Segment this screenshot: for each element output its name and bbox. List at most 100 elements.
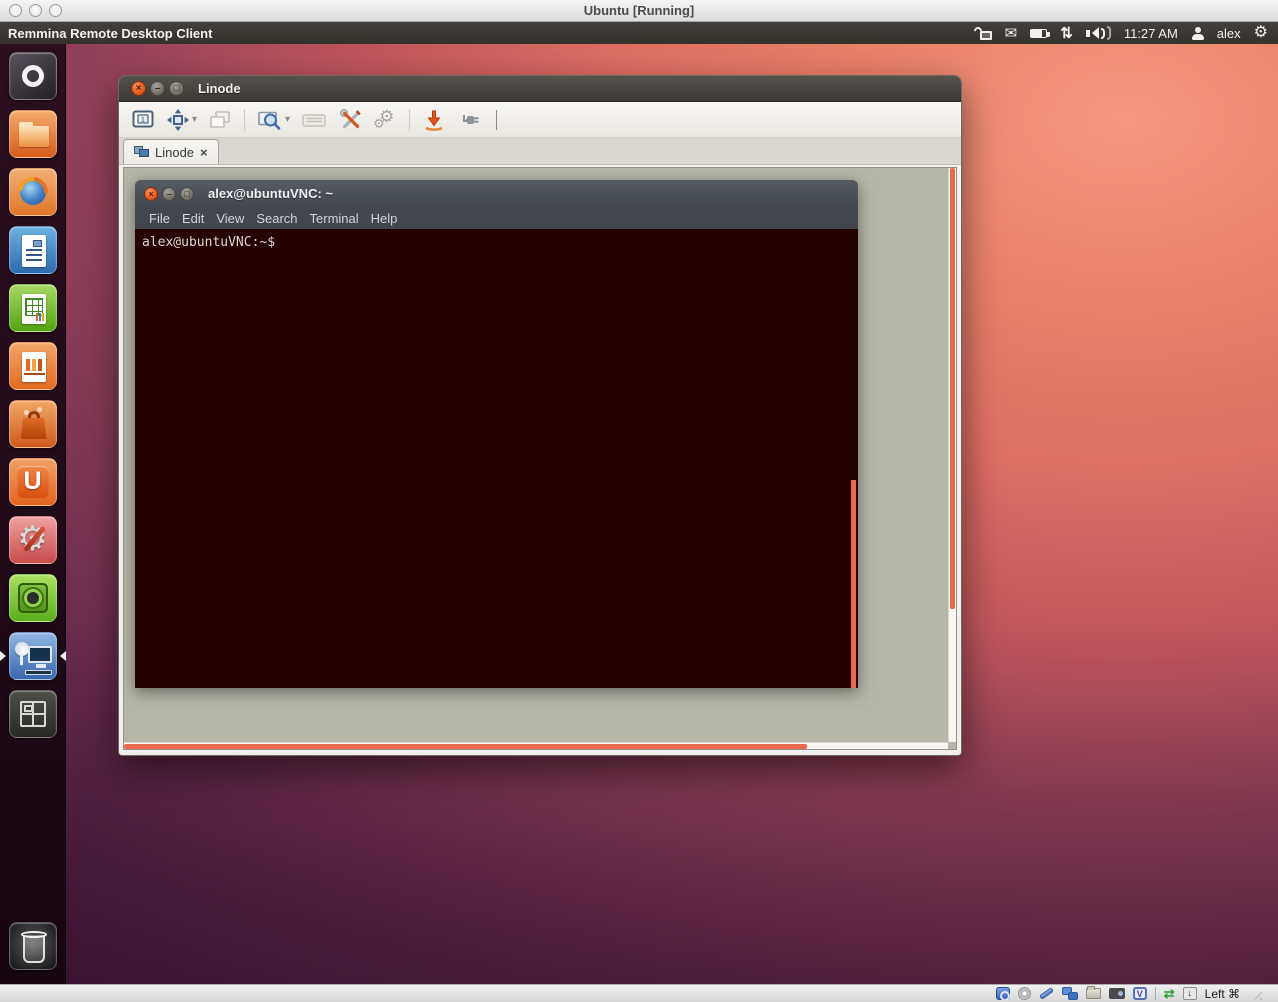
spreadsheet-chart	[36, 313, 44, 321]
keyboard-capture-icon[interactable]: ↓	[1183, 987, 1197, 1000]
menu-help[interactable]: Help	[365, 211, 404, 226]
app-menu-label[interactable]: Remmina Remote Desktop Client	[8, 26, 212, 41]
document-lines	[26, 249, 42, 263]
launcher-item-trash[interactable]	[9, 922, 57, 970]
viewport-vertical-scrollbar[interactable]	[948, 168, 956, 742]
launcher-item-remmina[interactable]	[9, 632, 57, 680]
terminal-output-area[interactable]: alex@ubuntuVNC:~$	[135, 229, 858, 688]
launcher-item-workspace-switcher[interactable]	[9, 690, 57, 738]
menu-edit[interactable]: Edit	[176, 211, 210, 226]
launcher-item-dash[interactable]	[9, 52, 57, 100]
monitor-icon	[28, 646, 52, 663]
hard-disks-icon[interactable]	[996, 987, 1010, 1000]
terminal-titlebar[interactable]: × – □ alex@ubuntuVNC: ~	[135, 180, 858, 207]
terminal-close-button[interactable]: ×	[144, 187, 158, 201]
terminal-minimize-button[interactable]: –	[162, 187, 176, 201]
terminal-menubar: File Edit View Search Terminal Help	[135, 207, 858, 229]
window-maximize-button[interactable]: □	[169, 81, 184, 96]
host-window-titlebar: Ubuntu [Running]	[0, 0, 1278, 22]
launcher-item-libreoffice-impress[interactable]	[9, 342, 57, 390]
remmina-toolbar: 1 ▾ ▾	[119, 102, 961, 138]
workspace-switcher-icon	[9, 690, 57, 738]
updater-core	[27, 592, 39, 604]
clock[interactable]: 11:27 AM	[1124, 26, 1178, 41]
remmina-titlebar[interactable]: × – □ Linode	[119, 76, 961, 102]
optical-drives-icon[interactable]	[1018, 987, 1031, 1000]
video-capture-icon[interactable]	[1109, 988, 1125, 999]
terminal-maximize-button[interactable]: □	[180, 187, 194, 201]
volume-indicator-icon[interactable]	[1086, 26, 1111, 40]
dropdown-arrow-icon[interactable]: ▾	[192, 114, 197, 125]
software-updater-icon	[9, 574, 57, 622]
terminal-scrollbar-thumb[interactable]	[851, 480, 856, 688]
traffic-updown-icon[interactable]: ⇅	[1060, 26, 1073, 41]
remmina-tabstrip: Linode ×	[119, 138, 961, 165]
firefox-swirl	[11, 171, 53, 213]
fit-window-button[interactable]: ▾	[164, 106, 199, 134]
vm-features-icon[interactable]: V	[1133, 987, 1147, 1000]
libreoffice-calc-icon	[9, 284, 57, 332]
session-gear-icon[interactable]: ⚙	[1254, 25, 1268, 41]
tab-close-icon[interactable]: ×	[200, 146, 208, 159]
slide-base	[24, 373, 45, 375]
network-adapters-icon[interactable]	[1062, 987, 1078, 1000]
launcher-item-home-folder[interactable]	[9, 110, 57, 158]
launcher-item-libreoffice-writer[interactable]	[9, 226, 57, 274]
launcher-item-software-updater[interactable]	[9, 574, 57, 622]
window-close-button[interactable]: ×	[131, 81, 146, 96]
minimize-to-tray-icon	[422, 107, 446, 133]
trash-cup	[23, 935, 45, 963]
network-indicator-icon[interactable]	[974, 27, 992, 40]
menu-view[interactable]: View	[210, 211, 250, 226]
keyboard-grab-button[interactable]	[299, 106, 329, 134]
menu-terminal[interactable]: Terminal	[304, 211, 365, 226]
software-center-icon	[9, 400, 57, 448]
tab-linode[interactable]: Linode ×	[123, 139, 219, 164]
fullscreen-button[interactable]: 1	[129, 106, 157, 134]
launcher-item-system-settings[interactable]: ⚙	[9, 516, 57, 564]
ubuntu-logo-ring	[22, 65, 44, 87]
remote-desktop-tab-icon	[134, 146, 149, 158]
minimize-to-tray-button[interactable]	[420, 105, 448, 135]
menu-search[interactable]: Search	[250, 211, 303, 226]
launcher-item-software-center[interactable]	[9, 400, 57, 448]
host-key-label: Left ⌘	[1205, 987, 1240, 1001]
duplicate-connection-button[interactable]	[206, 106, 234, 134]
remmina-window: × – □ Linode 1 ▾	[118, 75, 962, 756]
username-label[interactable]: alex	[1217, 26, 1241, 41]
launcher-item-libreoffice-calc[interactable]	[9, 284, 57, 332]
ubuntu-top-panel: Remmina Remote Desktop Client ✉ ⇅ 11:27 …	[0, 22, 1278, 44]
launcher-item-ubuntu-one[interactable]: U	[9, 458, 57, 506]
mouse-integration-icon[interactable]: ⇄	[1164, 987, 1175, 1000]
focused-indicator-arrow	[55, 651, 66, 661]
dash-home-icon	[9, 52, 57, 100]
tab-label: Linode	[155, 145, 194, 160]
libreoffice-impress-icon	[9, 342, 57, 390]
viewport-horizontal-scrollbar[interactable]	[124, 742, 948, 749]
workspace-window	[24, 705, 33, 712]
zoom-button[interactable]: ▾	[255, 106, 292, 134]
horizontal-scrollbar-thumb[interactable]	[124, 744, 807, 749]
keyboard-shape	[25, 670, 52, 675]
disconnect-button[interactable]	[455, 106, 485, 134]
preferences-button[interactable]: ⚙ ⚙	[373, 108, 399, 132]
indicator-tray: ✉ ⇅ 11:27 AM alex ⚙	[974, 25, 1278, 41]
battery-indicator-icon[interactable]	[1030, 29, 1047, 38]
trash-icon	[9, 922, 57, 970]
window-minimize-button[interactable]: –	[150, 81, 165, 96]
tools-button[interactable]	[336, 105, 366, 135]
resize-grip[interactable]	[1250, 988, 1262, 1000]
mail-indicator-icon[interactable]: ✉	[1005, 26, 1018, 41]
monitor-stand	[36, 664, 46, 668]
libreoffice-writer-icon	[9, 226, 57, 274]
remmina-window-title: Linode	[198, 81, 241, 96]
sound-wave-icon	[1107, 26, 1111, 40]
menu-file[interactable]: File	[143, 211, 176, 226]
shared-folders-icon[interactable]	[1086, 988, 1101, 999]
zoom-icon	[257, 108, 283, 132]
vertical-scrollbar-thumb[interactable]	[950, 168, 955, 609]
dropdown-arrow-icon[interactable]: ▾	[285, 114, 290, 125]
launcher-item-firefox[interactable]	[9, 168, 57, 216]
remote-desktop-viewport[interactable]: × – □ alex@ubuntuVNC: ~ File Edit View S…	[123, 167, 957, 750]
usb-devices-icon[interactable]	[1039, 987, 1054, 1000]
